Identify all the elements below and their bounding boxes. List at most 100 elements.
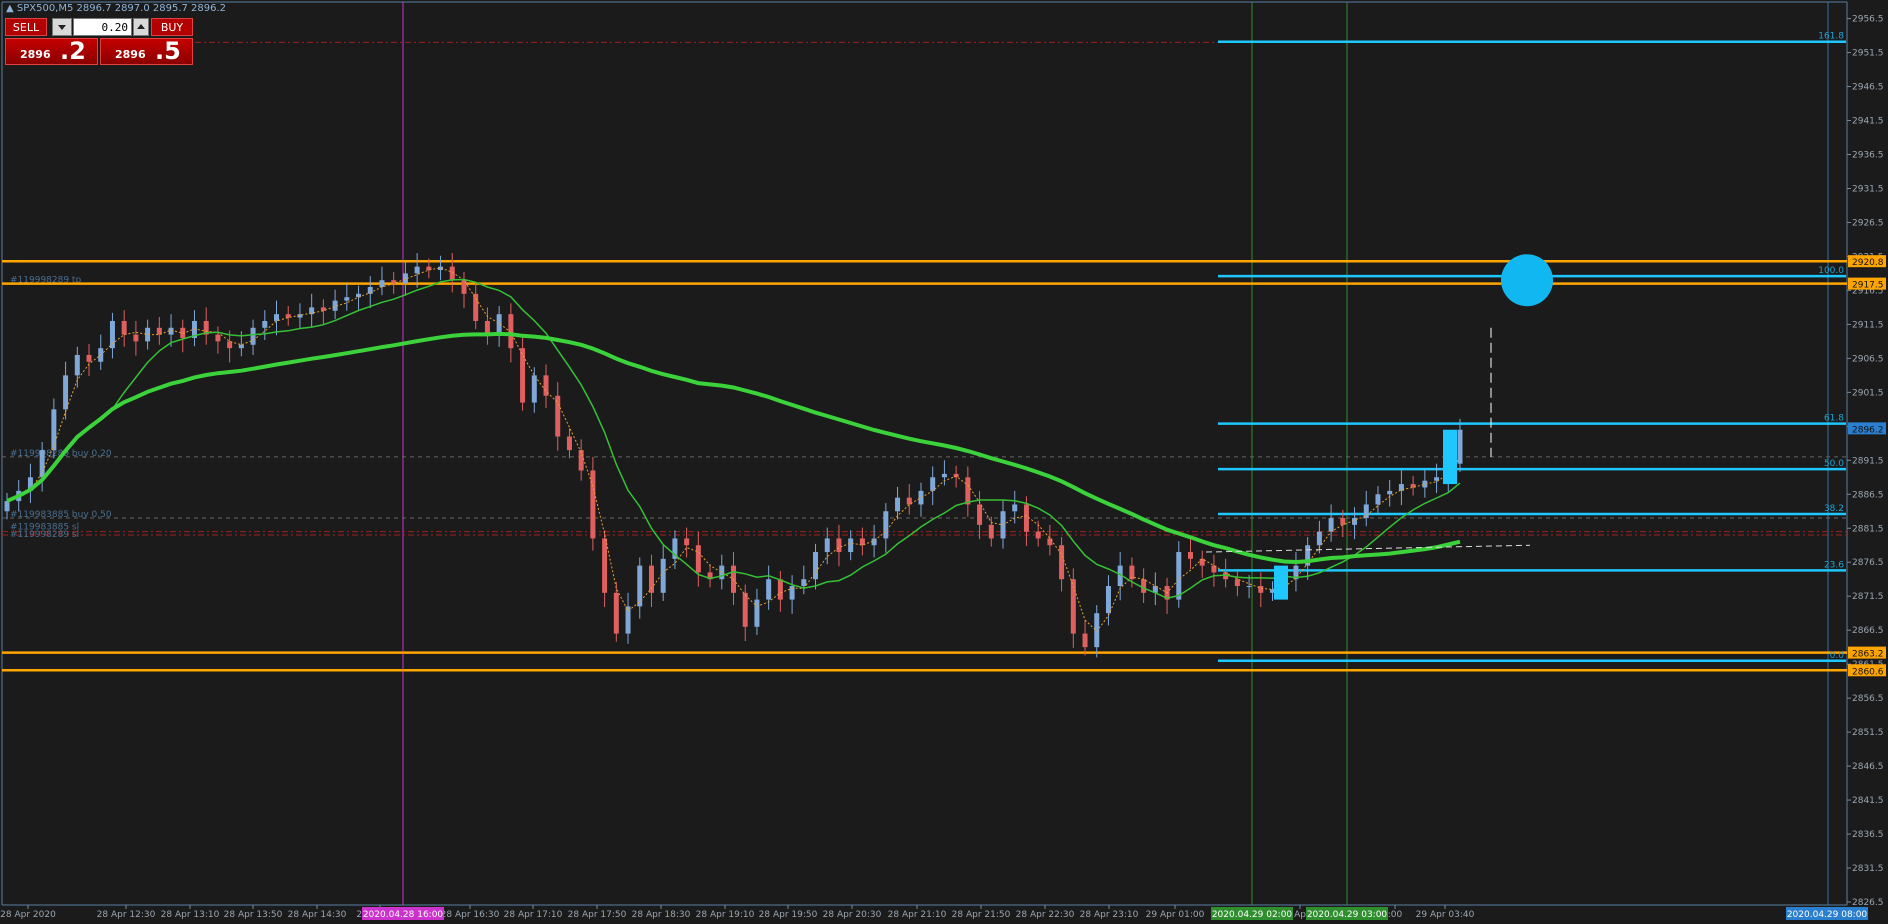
price-axis-label: 2876.5 [1852,558,1884,568]
time-axis-label: 28 Apr 2020 [0,910,56,920]
time-axis-label: 29 Apr 01:00 [1146,910,1205,920]
price-axis-label: 2846.5 [1852,762,1884,772]
candle-body [1047,538,1053,546]
price-axis-label: 2866.5 [1852,626,1884,636]
candle-body [51,409,57,451]
candle-body [63,375,69,410]
time-axis-label: :00 [1388,910,1403,920]
order-label-sl: #119998289 sl [10,530,79,540]
candle-body [766,579,772,600]
price-axis-label: 2946.5 [1852,83,1884,93]
candle-body [883,511,889,539]
time-axis-label: 28 Apr 19:50 [759,910,818,920]
time-marker-tag-label: 2020.04.29 03:00 [1307,910,1388,920]
time-marker-tag-label: 2020.04.28 16:00 [363,910,444,920]
time-axis-label: 28 Apr 19:10 [696,910,755,920]
sell-button[interactable]: SELL [5,18,47,36]
price-axis-label: 2956.5 [1852,15,1884,25]
time-axis-label: 28 Apr 16:30 [441,910,500,920]
candle-body [1082,633,1088,648]
fibo-level-label: 23.6 [1824,560,1844,570]
bid-price-button[interactable]: 2896 .2 [5,37,98,65]
price-axis-label: 2881.5 [1852,524,1884,534]
candle-body [133,334,139,342]
price-axis-label: 2826.5 [1852,898,1884,908]
candle-body [215,334,221,342]
candle-body [531,375,537,403]
lot-up-arrow-icon[interactable] [133,18,149,36]
candle-body [918,490,924,505]
candle-body [602,538,608,593]
candle-body [39,450,45,478]
candle-body [1141,579,1147,593]
price-axis-label: 2856.5 [1852,694,1884,704]
bid-price-points: .2 [60,37,86,65]
candle-body [473,293,479,321]
candle-body [74,354,80,376]
candle-body [613,592,619,634]
ask-price-button[interactable]: 2896 .5 [100,37,193,65]
candle-body [660,558,666,593]
candle-body [1012,504,1018,512]
price-level-tag-label: 2860.6 [1852,667,1884,677]
price-axis-label: 2871.5 [1852,592,1884,602]
price-axis-label: 2941.5 [1852,117,1884,127]
candle-body [988,524,994,539]
fibo-level-label: 38.2 [1824,504,1844,514]
price-level-tag-label: 2863.2 [1852,650,1884,660]
price-level-tag-label: 2896.2 [1852,425,1884,435]
candle-body [1059,545,1065,580]
highlight-box [1274,565,1288,600]
target-circle[interactable] [1501,254,1553,307]
symbol-label: ▲ SPX500,M5 2896.7 2897.0 2895.7 2896.2 [6,3,227,14]
candle-body [895,497,901,512]
price-axis-label: 2851.5 [1852,728,1884,738]
candle-body [1035,531,1041,539]
time-axis-label: 28 Apr 17:10 [504,910,563,920]
candle-body [1176,552,1182,600]
candle-body [344,297,350,301]
candle-body [695,545,701,573]
candle-body [555,395,561,437]
fibo-level-label: 0.0 [1830,651,1845,661]
price-axis-label: 2906.5 [1852,354,1884,364]
candle-body [590,470,596,539]
candle-body [262,320,268,328]
time-axis-label: 28 Apr 17:50 [568,910,627,920]
candle-body [1258,586,1264,593]
price-axis-label: 2936.5 [1852,151,1884,161]
lot-size-input[interactable]: 0.20 [73,18,132,36]
candle-body [836,538,842,553]
candle-body [1246,586,1252,588]
price-level-tag-label: 2917.5 [1852,281,1884,291]
candle-body [449,266,455,281]
candle-body [238,344,244,349]
candle-body [801,579,807,587]
candle-body [719,565,725,580]
time-axis-label: 28 Apr 13:50 [224,910,283,920]
candle-body [566,436,572,451]
fibo-level-label: 50.0 [1824,459,1844,469]
time-axis-label: 29 Apr 03:40 [1416,910,1475,920]
one-click-trading-panel: SELL 0.20 BUY 2896 .2 2896 .5 [5,18,193,65]
candle-body [965,477,971,505]
lot-dropdown-icon[interactable] [52,18,72,36]
candle-body [4,501,10,512]
time-axis-label: 28 Apr 14:30 [288,910,347,920]
candle-body [508,314,514,349]
ask-price-big: 2896 [115,48,146,61]
candle-body [391,280,397,284]
order-label-buy: #119983885 buy 0.50 [10,510,112,520]
bid-price-big: 2896 [20,48,51,61]
time-axis-label: 28 Apr 13:10 [161,910,220,920]
candle-body [977,504,983,525]
price-axis-label: 2891.5 [1852,456,1884,466]
price-chart[interactable]: #119998289 tp#119998289 buy 0.20#1199838… [0,0,1888,924]
candle-body [1316,531,1322,546]
price-level-tag-label: 2920.8 [1852,258,1884,268]
price-axis-label: 2901.5 [1852,388,1884,398]
time-axis-label: 28 Apr 23:10 [1080,910,1139,920]
buy-button[interactable]: BUY [151,18,193,36]
candle-body [930,477,936,491]
time-marker-tag-label: 2020.04.29 02:00 [1212,910,1293,920]
